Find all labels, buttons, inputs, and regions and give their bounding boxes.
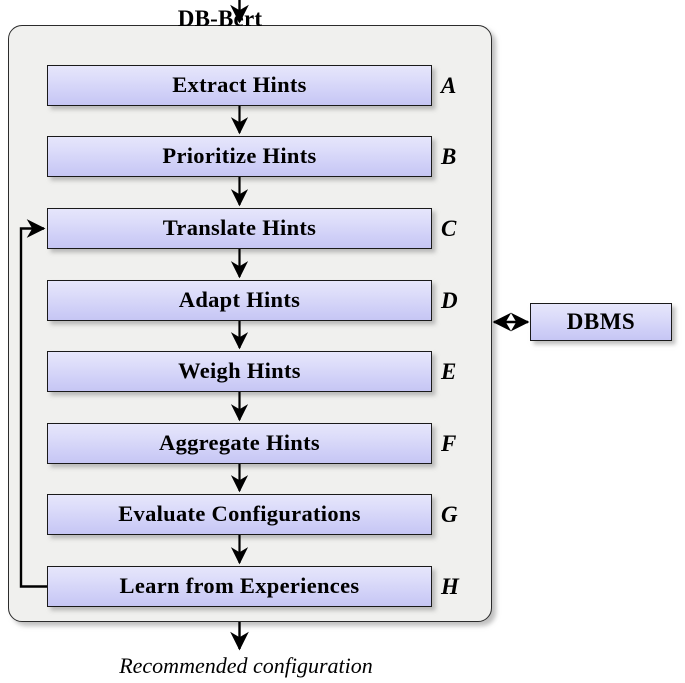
step-box-prioritize-hints[interactable]: Prioritize Hints bbox=[47, 136, 432, 177]
dbms-label: DBMS bbox=[566, 309, 636, 334]
step-row-d: Adapt Hints D bbox=[0, 280, 485, 321]
step-label-translate-hints: Translate Hints bbox=[162, 215, 317, 241]
step-box-weigh-hints[interactable]: Weigh Hints bbox=[47, 351, 432, 392]
recommended-configuration-caption: Recommended configuration bbox=[119, 653, 373, 678]
step-row-h: Learn from Experiences H bbox=[0, 566, 485, 607]
step-box-learn-from-experiences[interactable]: Learn from Experiences bbox=[47, 566, 432, 607]
step-label-aggregate-hints: Aggregate Hints bbox=[159, 430, 320, 456]
dbms-box[interactable]: DBMS bbox=[530, 303, 672, 341]
step-letter-a: A bbox=[441, 72, 457, 98]
step-box-extract-hints[interactable]: Extract Hints bbox=[47, 65, 432, 106]
step-row-e: Weigh Hints E bbox=[0, 351, 485, 392]
step-label-evaluate-configurations: Evaluate Configurations bbox=[118, 501, 361, 527]
step-label-extract-hints: Extract Hints bbox=[172, 72, 307, 98]
step-letter-h: H bbox=[441, 573, 459, 599]
step-box-adapt-hints[interactable]: Adapt Hints bbox=[47, 280, 432, 321]
step-box-translate-hints[interactable]: Translate Hints bbox=[47, 208, 432, 249]
step-row-c: Translate Hints C bbox=[0, 208, 485, 249]
step-box-evaluate-configurations[interactable]: Evaluate Configurations bbox=[47, 494, 432, 535]
container-title: DB-Bert bbox=[177, 6, 263, 31]
step-label-learn-from-experiences: Learn from Experiences bbox=[119, 573, 360, 599]
step-row-a: Extract Hints A bbox=[0, 65, 485, 106]
step-label-prioritize-hints: Prioritize Hints bbox=[162, 143, 317, 169]
step-row-b: Prioritize Hints B bbox=[0, 136, 485, 177]
step-letter-e: E bbox=[441, 358, 457, 384]
step-label-adapt-hints: Adapt Hints bbox=[178, 287, 301, 313]
step-letter-d: D bbox=[441, 287, 458, 313]
step-letter-b: B bbox=[441, 143, 457, 169]
step-box-aggregate-hints[interactable]: Aggregate Hints bbox=[47, 423, 432, 464]
step-letter-g: G bbox=[441, 501, 458, 527]
step-row-f: Aggregate Hints F bbox=[0, 423, 485, 464]
diagram-canvas: DB-Bert Extract Hints A Prioritize Hints… bbox=[0, 0, 685, 683]
step-label-weigh-hints: Weigh Hints bbox=[178, 358, 301, 384]
step-letter-c: C bbox=[441, 215, 457, 241]
step-letter-f: F bbox=[441, 430, 457, 456]
step-row-g: Evaluate Configurations G bbox=[0, 494, 485, 535]
